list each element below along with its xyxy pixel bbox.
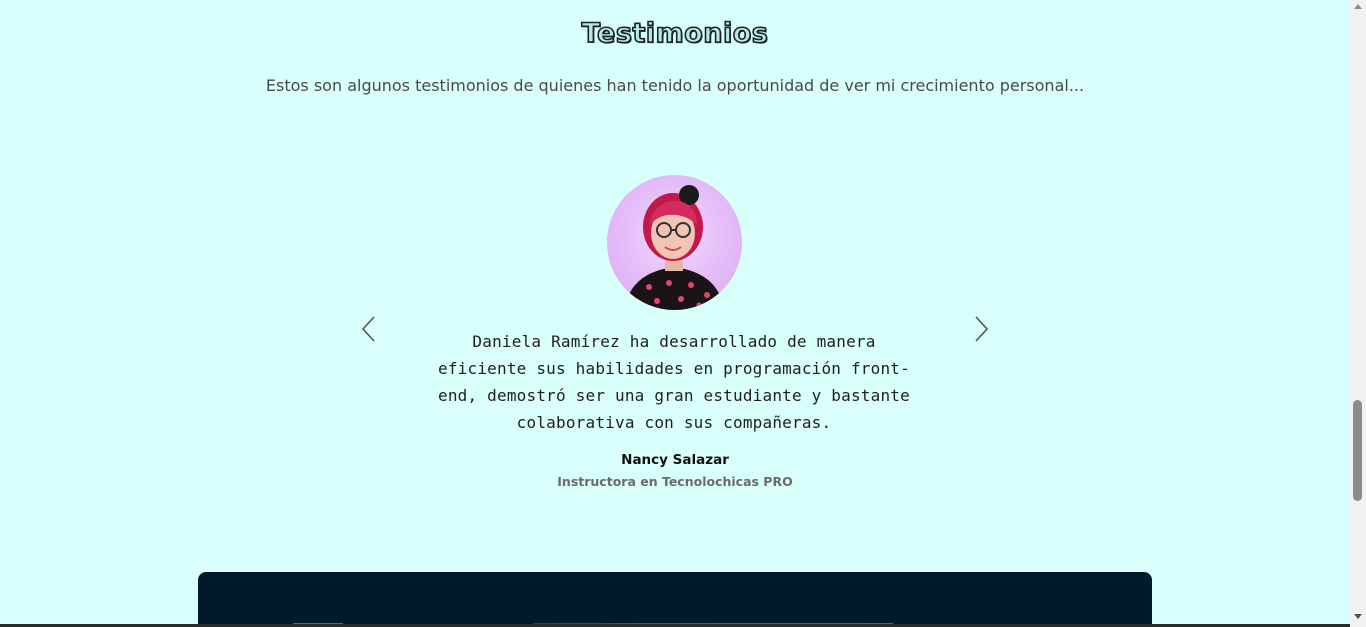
chevron-right-icon [975,316,989,342]
section-subtitle: Estos son algunos testimonios de quienes… [265,76,1085,95]
scroll-down-icon[interactable] [1354,614,1362,619]
chevron-left-icon [361,316,375,342]
testimonial-role: Instructora en Tecnolochicas PRO [557,474,793,489]
scrollbar-thumb[interactable] [1353,400,1362,501]
section-title: Testimonios [581,17,769,50]
testimonial-avatar [607,175,742,310]
vertical-scrollbar[interactable] [1350,0,1366,627]
carousel-next-button[interactable] [972,314,990,344]
carousel-prev-button[interactable] [360,314,378,344]
testimonial-author: Nancy Salazar [621,452,729,468]
next-section-card [198,572,1152,627]
testimonial-quote: Daniela Ramírez ha desarrollado de maner… [438,332,910,432]
scroll-up-icon[interactable] [1354,4,1362,9]
